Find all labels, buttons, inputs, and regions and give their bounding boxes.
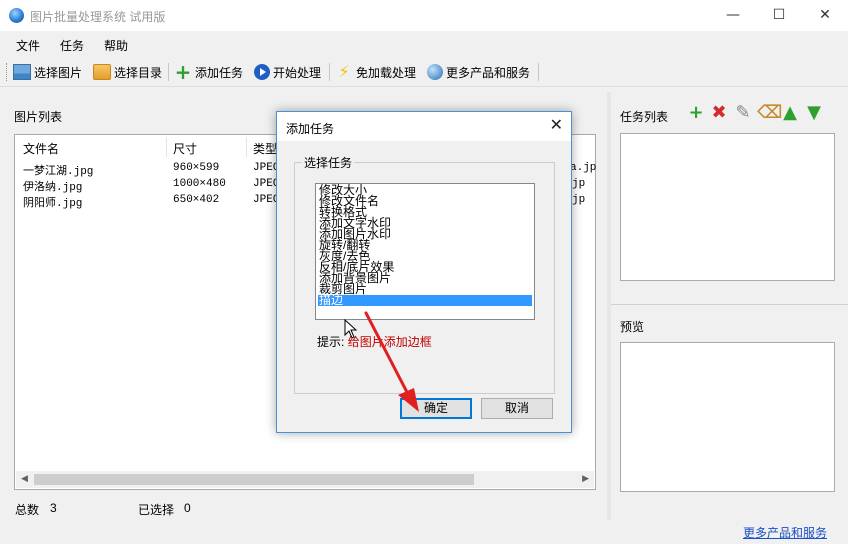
select-picture-button[interactable]: 选择图片 xyxy=(13,62,82,82)
move-down-icon[interactable]: ▼ xyxy=(805,104,823,122)
hint-label: 提示: xyxy=(317,335,345,349)
toolbar-separator xyxy=(329,63,330,81)
picture-icon xyxy=(13,64,31,80)
minimize-button[interactable]: — xyxy=(710,0,756,31)
start-processing-label: 开始处理 xyxy=(273,65,322,80)
title-bar: 图片批量处理系统 试用版 — ☐ ✕ xyxy=(0,0,848,31)
window-title: 图片批量处理系统 试用版 xyxy=(30,10,166,24)
scroll-right-icon[interactable]: ▶ xyxy=(582,474,589,484)
more-products-link[interactable]: 更多产品和服务 xyxy=(743,524,827,541)
menu-task[interactable]: 任务 xyxy=(60,37,84,54)
play-icon xyxy=(254,64,270,80)
dialog-title-bar: 添加任务 ✕ xyxy=(277,112,571,141)
total-label: 总数 xyxy=(15,503,40,517)
column-divider[interactable] xyxy=(166,137,167,157)
plus-icon: + xyxy=(174,60,192,84)
row-tail[interactable]: jp xyxy=(572,178,585,190)
ok-button[interactable]: 确定 xyxy=(400,398,472,419)
column-divider[interactable] xyxy=(246,137,247,157)
row-size[interactable]: 650×402 xyxy=(173,194,219,206)
task-option[interactable]: 裁剪图片 xyxy=(318,283,532,295)
add-icon[interactable]: + xyxy=(687,104,705,122)
cancel-button[interactable]: 取消 xyxy=(481,398,553,419)
move-up-icon[interactable]: ▲ xyxy=(781,104,799,122)
bolt-icon: ⚡ xyxy=(338,62,350,81)
row-filename[interactable]: 伊洛纳.jpg xyxy=(23,178,82,194)
task-option-selected[interactable]: 描边 xyxy=(318,294,532,306)
more-products-label: 更多产品和服务 xyxy=(446,65,531,80)
start-processing-button[interactable]: 开始处理 xyxy=(254,62,321,82)
panel-divider xyxy=(611,304,848,305)
hint-line: 提示: 给图片添加边框 xyxy=(317,333,432,350)
menu-help[interactable]: 帮助 xyxy=(104,37,128,54)
scroll-left-icon[interactable]: ◀ xyxy=(21,474,28,484)
group-label: 选择任务 xyxy=(302,154,355,171)
select-folder-label: 选择目录 xyxy=(114,65,163,80)
delete-icon[interactable]: ✖ xyxy=(710,104,728,122)
no-load-processing-button[interactable]: ⚡ 免加载处理 xyxy=(335,62,416,82)
toolbar-separator xyxy=(168,63,169,81)
row-filename[interactable]: 阴阳师.jpg xyxy=(23,194,82,210)
row-size[interactable]: 960×599 xyxy=(173,162,219,174)
column-filename[interactable]: 文件名 xyxy=(23,140,59,157)
menu-file[interactable]: 文件 xyxy=(16,37,40,54)
selected-value: 0 xyxy=(184,501,191,515)
toolbar-separator xyxy=(538,63,539,81)
row-filename[interactable]: 一梦江湖.jpg xyxy=(23,162,93,178)
task-options-list[interactable]: 修改大小 修改文件名 转换格式 添加文字水印 添加图片水印 旋转/翻转 灰度/去… xyxy=(315,183,535,320)
watermark-logo xyxy=(705,488,840,526)
dialog-title: 添加任务 xyxy=(286,122,335,136)
add-task-button[interactable]: + 添加任务 xyxy=(174,62,243,82)
select-picture-label: 选择图片 xyxy=(34,65,83,80)
app-icon xyxy=(9,8,24,23)
select-folder-button[interactable]: 选择目录 xyxy=(93,62,162,82)
preview-title: 预览 xyxy=(620,320,645,334)
task-list-title: 任务列表 xyxy=(620,110,669,124)
preview-box xyxy=(620,342,835,492)
horizontal-scrollbar[interactable]: ◀ ▶ xyxy=(16,471,594,488)
total-value: 3 xyxy=(50,501,57,515)
selected-label: 已选择 xyxy=(138,503,175,517)
task-list[interactable] xyxy=(620,133,835,281)
image-list-title: 图片列表 xyxy=(14,110,63,124)
row-size[interactable]: 1000×480 xyxy=(173,178,226,190)
row-tail[interactable]: a.jp xyxy=(570,162,596,174)
folder-icon xyxy=(93,64,111,80)
toolbar: 选择图片 选择目录 + 添加任务 开始处理 ⚡ 免加载处理 更多产品和服务 xyxy=(0,57,848,87)
mouse-cursor-icon xyxy=(344,319,358,339)
more-products-button[interactable]: 更多产品和服务 xyxy=(427,62,530,82)
globe-icon xyxy=(427,64,443,80)
settings-icon[interactable]: ✎ xyxy=(734,104,752,122)
no-load-processing-label: 免加载处理 xyxy=(356,65,417,80)
maximize-button[interactable]: ☐ xyxy=(756,0,802,31)
close-button[interactable]: ✕ xyxy=(802,0,848,31)
clear-icon[interactable]: ⌫ xyxy=(757,104,782,122)
column-size[interactable]: 尺寸 xyxy=(173,140,197,157)
task-group: 选择任务 修改大小 修改文件名 转换格式 添加文字水印 添加图片水印 旋转/翻转… xyxy=(294,154,555,394)
add-task-dialog: 添加任务 ✕ 选择任务 修改大小 修改文件名 转换格式 添加文字水印 添加图片水… xyxy=(276,111,572,433)
hint-text: 给图片添加边框 xyxy=(347,335,432,349)
row-tail[interactable]: jp xyxy=(572,194,585,206)
close-icon[interactable]: ✕ xyxy=(550,115,563,134)
menu-bar: 文件 任务 帮助 xyxy=(0,31,848,57)
add-task-label: 添加任务 xyxy=(195,65,244,80)
task-panel: 任务列表 + ✖ ✎ ⌫ ▲ ▼ 预览 xyxy=(611,92,848,520)
toolbar-grip xyxy=(6,63,8,81)
column-type[interactable]: 类型 xyxy=(253,140,277,157)
scroll-thumb[interactable] xyxy=(34,474,474,485)
